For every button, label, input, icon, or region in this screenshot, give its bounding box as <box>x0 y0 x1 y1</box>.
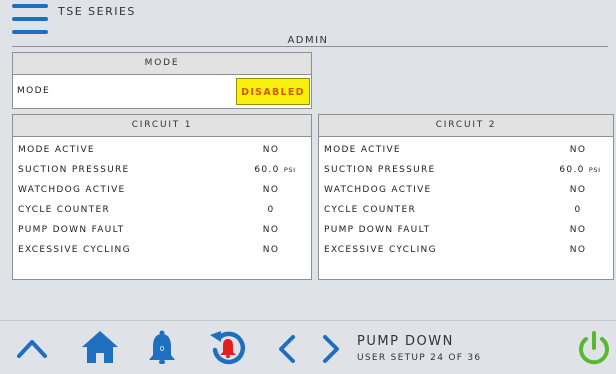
circuit-2-watchdog-row: WATCHDOG ACTIVE NO <box>319 180 613 200</box>
power-icon[interactable] <box>576 330 612 368</box>
row-label: CYCLE COUNTER <box>18 205 111 215</box>
row-label: SUCTION PRESSURE <box>324 165 436 175</box>
user-level-label: ADMIN <box>287 35 329 46</box>
circuit-2-mode-active-row: MODE ACTIVE NO <box>319 140 613 160</box>
row-value: NO <box>569 185 587 195</box>
menu-icon[interactable] <box>12 4 48 38</box>
chevron-right-icon[interactable] <box>320 334 342 364</box>
circuit-1-mode-active-row: MODE ACTIVE NO <box>13 140 311 160</box>
row-label: MODE ACTIVE <box>18 145 95 155</box>
row-label: PUMP DOWN FAULT <box>18 225 125 235</box>
circuit-2-cycle-counter-row: CYCLE COUNTER 0 <box>319 200 613 220</box>
up-arrow-icon[interactable] <box>16 336 48 360</box>
row-value: NO <box>262 225 280 235</box>
circuit-2-header: CIRCUIT 2 <box>319 115 613 137</box>
row-label: PUMP DOWN FAULT <box>324 225 431 235</box>
mode-label: MODE <box>17 86 51 96</box>
row-value: NO <box>569 245 587 255</box>
circuit-1-excessive-cycling-row: EXCESSIVE CYCLING NO <box>13 240 311 260</box>
home-icon[interactable] <box>80 329 120 365</box>
row-label: WATCHDOG ACTIVE <box>18 185 126 195</box>
row-value: 60.0 PSI <box>559 165 601 175</box>
screen-title: PUMP DOWN <box>357 334 454 349</box>
circuit-1-watchdog-row: WATCHDOG ACTIVE NO <box>13 180 311 200</box>
row-label: WATCHDOG ACTIVE <box>324 185 432 195</box>
circuit-1-rows: MODE ACTIVE NO SUCTION PRESSURE 60.0 PSI W… <box>13 137 311 260</box>
row-value: NO <box>262 185 280 195</box>
circuit-2-suction-pressure-row: SUCTION PRESSURE 60.0 PSI <box>319 160 613 180</box>
circuit-2-excessive-cycling-row: EXCESSIVE CYCLING NO <box>319 240 613 260</box>
unit-label: PSI <box>588 166 601 174</box>
mode-panel-header: MODE <box>13 53 311 75</box>
row-value: 0 <box>267 205 275 215</box>
unit-label: PSI <box>283 166 296 174</box>
row-label: EXCESSIVE CYCLING <box>18 245 131 255</box>
row-value: 60.0 PSI <box>254 165 296 175</box>
row-label: MODE ACTIVE <box>324 145 401 155</box>
row-value: NO <box>262 245 280 255</box>
alarm-history-icon[interactable] <box>207 328 249 368</box>
circuit-1-pump-down-fault-row: PUMP DOWN FAULT NO <box>13 220 311 240</box>
row-label: SUCTION PRESSURE <box>18 165 130 175</box>
mode-toggle-button[interactable]: DISABLED <box>236 78 310 105</box>
row-value: NO <box>262 145 280 155</box>
top-bar: TSE SERIES ADMIN <box>0 0 616 47</box>
row-value: NO <box>569 225 587 235</box>
mode-panel: MODE MODE DISABLED <box>12 52 312 109</box>
circuit-2-panel: CIRCUIT 2 MODE ACTIVE NO SUCTION PRESSURE… <box>318 114 614 280</box>
row-value: NO <box>569 145 587 155</box>
circuit-2-pump-down-fault-row: PUMP DOWN FAULT NO <box>319 220 613 240</box>
bell-icon[interactable]: 0 <box>146 330 178 366</box>
circuit-1-suction-pressure-row: SUCTION PRESSURE 60.0 PSI <box>13 160 311 180</box>
circuit-2-rows: MODE ACTIVE NO SUCTION PRESSURE 60.0 PSI W… <box>319 137 613 260</box>
series-title: TSE SERIES <box>58 5 136 18</box>
divider <box>12 46 608 47</box>
row-value: 0 <box>574 205 582 215</box>
chevron-left-icon[interactable] <box>276 334 298 364</box>
circuit-1-cycle-counter-row: CYCLE COUNTER 0 <box>13 200 311 220</box>
row-label: CYCLE COUNTER <box>324 205 417 215</box>
alarm-count-badge: 0 <box>159 345 165 353</box>
mode-row: MODE DISABLED <box>13 75 311 108</box>
row-label: EXCESSIVE CYCLING <box>324 245 437 255</box>
circuit-1-panel: CIRCUIT 1 MODE ACTIVE NO SUCTION PRESSURE… <box>12 114 312 280</box>
circuit-1-header: CIRCUIT 1 <box>13 115 311 137</box>
screen-subtitle: USER SETUP 24 OF 36 <box>357 353 482 363</box>
